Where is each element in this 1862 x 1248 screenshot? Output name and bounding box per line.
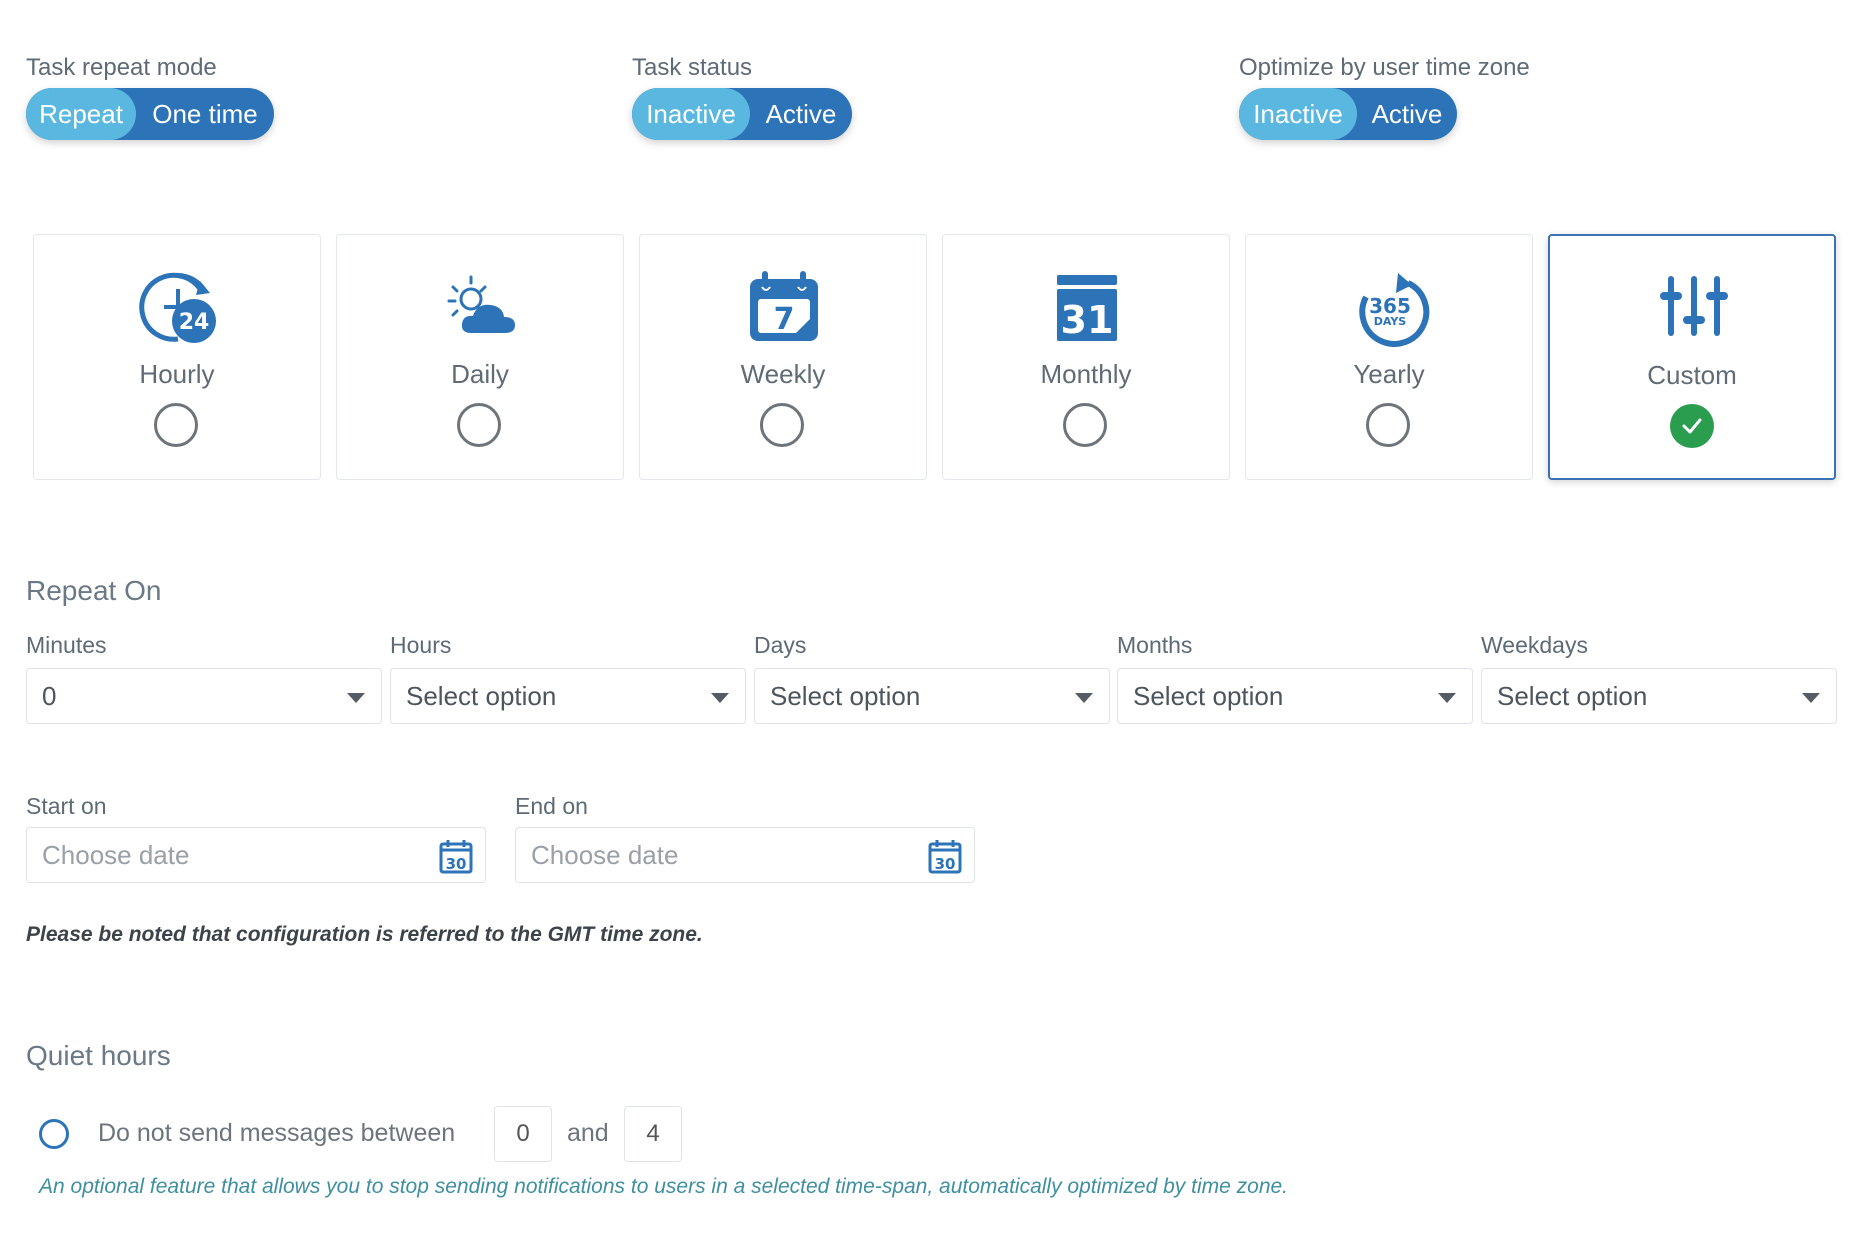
chevron-down-icon — [711, 693, 729, 703]
chevron-down-icon — [1438, 693, 1456, 703]
custom-label: Custom — [1647, 360, 1737, 390]
weekdays-label: Weekdays — [1481, 632, 1588, 658]
chevron-down-icon — [347, 693, 365, 703]
task-repeat-mode-label: Task repeat mode — [26, 54, 217, 81]
weekly-radio[interactable] — [760, 403, 804, 447]
svg-text:30: 30 — [935, 855, 956, 873]
minutes-value: 0 — [42, 680, 57, 711]
days-select[interactable]: Select option — [754, 668, 1110, 724]
minutes-select[interactable]: 0 — [26, 668, 382, 724]
monthly-label: Monthly — [1040, 359, 1132, 389]
optimize-active-option[interactable]: Active — [1357, 88, 1457, 140]
frequency-card-yearly[interactable]: 365 DAYS Yearly — [1245, 234, 1533, 480]
end-date-placeholder: Choose date — [531, 839, 679, 870]
repeat-option[interactable]: Repeat — [26, 88, 136, 140]
daily-radio[interactable] — [457, 403, 501, 447]
svg-text:DAYS: DAYS — [1374, 315, 1407, 328]
quiet-hours-to-input[interactable]: 4 — [624, 1106, 682, 1162]
daily-label: Daily — [451, 359, 509, 389]
weekdays-value: Select option — [1497, 680, 1648, 711]
end-on-label: End on — [515, 793, 588, 819]
chevron-down-icon — [1075, 693, 1093, 703]
hourly-label: Hourly — [139, 359, 215, 389]
yearly-label: Yearly — [1353, 359, 1425, 389]
start-date-input[interactable]: Choose date 30 — [26, 827, 486, 883]
frequency-card-daily[interactable]: Daily — [336, 234, 624, 480]
quiet-hours-radio[interactable] — [39, 1119, 69, 1149]
optimize-inactive-option[interactable]: Inactive — [1239, 88, 1357, 140]
chevron-down-icon — [1802, 693, 1820, 703]
frequency-card-weekly[interactable]: 7 Weekly — [639, 234, 927, 480]
hourly-radio[interactable] — [154, 403, 198, 447]
custom-radio[interactable] — [1670, 404, 1714, 448]
check-icon — [1682, 418, 1702, 434]
hours-label: Hours — [390, 632, 452, 658]
frequency-card-custom[interactable]: Custom — [1548, 234, 1836, 480]
months-label: Months — [1117, 632, 1193, 658]
months-value: Select option — [1133, 680, 1284, 711]
and-label: and — [567, 1119, 609, 1147]
svg-text:24: 24 — [179, 310, 210, 335]
calendar-icon[interactable]: 30 — [439, 838, 473, 874]
end-date-input[interactable]: Choose date 30 — [515, 827, 975, 883]
months-select[interactable]: Select option — [1117, 668, 1473, 724]
hours-select[interactable]: Select option — [390, 668, 746, 724]
svg-text:31: 31 — [1061, 298, 1114, 342]
frequency-card-hourly[interactable]: 24 Hourly — [33, 234, 321, 480]
calendar-31-icon: 31 — [1047, 267, 1127, 347]
start-on-label: Start on — [26, 793, 107, 819]
one-time-option[interactable]: One time — [136, 88, 274, 140]
calendar-icon[interactable]: 30 — [928, 838, 962, 874]
sliders-icon — [1654, 268, 1734, 348]
quiet-hours-title: Quiet hours — [26, 1040, 171, 1071]
task-status-label: Task status — [632, 54, 753, 81]
yearly-radio[interactable] — [1366, 403, 1410, 447]
weekly-label: Weekly — [740, 359, 826, 389]
optimize-timezone-label: Optimize by user time zone — [1239, 54, 1530, 81]
days-value: Select option — [770, 680, 921, 711]
task-status-inactive-option[interactable]: Inactive — [632, 88, 750, 140]
weekdays-select[interactable]: Select option — [1481, 668, 1837, 724]
repeat-on-title: Repeat On — [26, 575, 162, 606]
gmt-note: Please be noted that configuration is re… — [26, 923, 703, 946]
sun-cloud-icon — [441, 267, 521, 347]
quiet-hours-text: Do not send messages between — [98, 1119, 456, 1147]
calendar-7-icon: 7 — [744, 267, 824, 347]
frequency-card-monthly[interactable]: 31 Monthly — [942, 234, 1230, 480]
hours-value: Select option — [406, 680, 557, 711]
monthly-radio[interactable] — [1063, 403, 1107, 447]
clock-24-icon: 24 — [138, 267, 218, 347]
quiet-hours-from-input[interactable]: 0 — [494, 1106, 552, 1162]
start-date-placeholder: Choose date — [42, 839, 190, 870]
svg-text:7: 7 — [774, 302, 795, 337]
minutes-label: Minutes — [26, 632, 107, 658]
optimize-timezone-toggle[interactable]: Inactive Active — [1239, 88, 1457, 140]
task-repeat-mode-toggle[interactable]: Repeat One time — [26, 88, 274, 140]
svg-text:30: 30 — [446, 855, 467, 873]
365-days-icon: 365 DAYS — [1350, 267, 1430, 347]
days-label: Days — [754, 632, 807, 658]
task-status-active-option[interactable]: Active — [750, 88, 852, 140]
quiet-hours-hint: An optional feature that allows you to s… — [39, 1175, 1289, 1198]
task-status-toggle[interactable]: Inactive Active — [632, 88, 852, 140]
